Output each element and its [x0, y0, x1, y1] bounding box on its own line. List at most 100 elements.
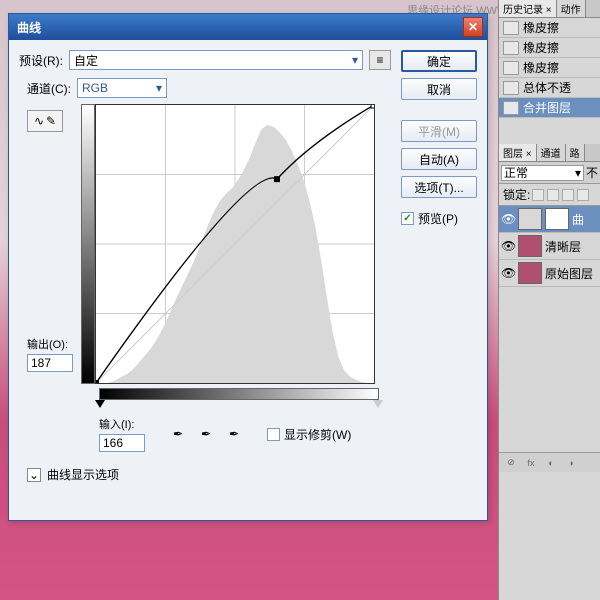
layer-thumb-icon: [518, 235, 542, 257]
channel-select[interactable]: RGB ▾: [77, 78, 167, 98]
tab-paths[interactable]: 路: [566, 144, 585, 161]
cancel-button[interactable]: 取消: [401, 78, 477, 100]
show-clip-label: 显示修剪(W): [284, 426, 351, 443]
blend-mode-value: 正常: [504, 164, 528, 181]
show-clipping-checkbox[interactable]: 显示修剪(W): [267, 426, 351, 443]
white-point-handle[interactable]: [373, 400, 383, 408]
visibility-icon[interactable]: 👁: [501, 212, 515, 226]
preview-checkbox[interactable]: ✓ 预览(P): [401, 210, 477, 227]
mask-thumb-icon: [545, 208, 569, 230]
input-gradient: [99, 388, 379, 400]
dialog-title: 曲线: [13, 19, 463, 36]
history-list: 橡皮擦橡皮擦橡皮擦总体不透合并图层: [499, 18, 600, 118]
eyedropper-icon: ✒: [201, 427, 211, 441]
chevron-icon: ⌄: [29, 468, 39, 482]
layer-thumb-icon: [518, 262, 542, 284]
layer-item[interactable]: 👁曲: [499, 206, 600, 233]
adjustment-icon[interactable]: ◑: [563, 456, 579, 470]
eyedropper-black[interactable]: ✒: [169, 425, 187, 443]
preset-value: 自定: [74, 52, 98, 69]
lock-pixels-icon[interactable]: [547, 189, 559, 201]
eraser-icon: [503, 21, 519, 35]
close-icon: ✕: [468, 20, 478, 34]
right-panels: 历史记录 × 动作 橡皮擦橡皮擦橡皮擦总体不透合并图层 图层 × 通道 路 正常…: [498, 0, 600, 600]
layer-thumb-icon: [518, 208, 542, 230]
lock-transparent-icon[interactable]: [532, 189, 544, 201]
preset-menu-button[interactable]: ≡: [369, 50, 391, 70]
titlebar[interactable]: 曲线 ✕: [9, 14, 487, 40]
layers-list: 👁曲👁清晰层👁原始图层: [499, 206, 600, 287]
history-label: 橡皮擦: [523, 19, 559, 36]
output-input[interactable]: [27, 354, 73, 372]
chevron-down-icon: ▾: [156, 81, 162, 95]
eraser-icon: [503, 41, 519, 55]
checkbox-icon: [267, 428, 280, 441]
curve-tool-point[interactable]: ∿ ✎: [27, 110, 63, 132]
opacity-label: 不: [586, 164, 598, 181]
link-icon[interactable]: ⊘: [503, 456, 519, 470]
input-label: 输入(I):: [99, 416, 145, 432]
history-tabs: 历史记录 × 动作: [499, 0, 600, 18]
fx-icon[interactable]: fx: [523, 456, 539, 470]
chevron-down-icon: ▾: [352, 53, 358, 67]
history-label: 橡皮擦: [523, 59, 559, 76]
channel-label: 通道(C):: [27, 80, 71, 97]
layer-label: 原始图层: [545, 265, 593, 282]
history-label: 总体不透: [523, 79, 571, 96]
smooth-button: 平滑(M): [401, 120, 477, 142]
history-label: 橡皮擦: [523, 39, 559, 56]
eyedropper-icon: ✒: [173, 427, 183, 441]
expand-toggle[interactable]: ⌄: [27, 468, 41, 482]
visibility-icon[interactable]: 👁: [501, 239, 515, 253]
layer-item[interactable]: 👁 原始图层: [499, 260, 600, 287]
eyedropper-icon: ✒: [229, 427, 239, 441]
curve-icon: ∿: [34, 114, 44, 128]
curves-dialog: 曲线 ✕ 预设(R): 自定 ▾ ≡ 通道(C): RGB ▾: [8, 13, 488, 521]
input-slider[interactable]: [99, 400, 379, 410]
chevron-down-icon: ▾: [575, 166, 581, 180]
checkbox-checked-icon: ✓: [401, 212, 414, 225]
blend-mode-select[interactable]: 正常 ▾: [501, 165, 584, 181]
expand-label: 曲线显示选项: [47, 466, 119, 483]
lock-label: 锁定:: [503, 186, 530, 203]
history-item[interactable]: 橡皮擦: [499, 38, 600, 58]
tab-history[interactable]: 历史记录 ×: [499, 0, 557, 17]
history-label: 合并图层: [523, 99, 571, 116]
preset-select[interactable]: 自定 ▾: [69, 50, 363, 70]
layers-tabs: 图层 × 通道 路: [499, 144, 600, 162]
layer-item[interactable]: 👁 清晰层: [499, 233, 600, 260]
layer-label: 曲: [572, 211, 584, 228]
history-item[interactable]: 合并图层: [499, 98, 600, 118]
close-button[interactable]: ✕: [463, 17, 483, 37]
preview-label: 预览(P): [418, 210, 458, 227]
layer-label: 清晰层: [545, 238, 581, 255]
history-item[interactable]: 总体不透: [499, 78, 600, 98]
pencil-icon: ✎: [46, 114, 56, 128]
lock-position-icon[interactable]: [562, 189, 574, 201]
eyedropper-gray[interactable]: ✒: [197, 425, 215, 443]
ok-button[interactable]: 确定: [401, 50, 477, 72]
preset-label: 预设(R):: [19, 52, 63, 69]
input-input[interactable]: [99, 434, 145, 452]
layers-footer: ⊘ fx ◐ ◑: [499, 452, 600, 472]
channel-value: RGB: [82, 81, 108, 95]
tab-actions[interactable]: 动作: [557, 0, 586, 17]
curve-svg: [96, 105, 374, 383]
history-item[interactable]: 橡皮擦: [499, 58, 600, 78]
history-item[interactable]: 橡皮擦: [499, 18, 600, 38]
mask-icon[interactable]: ◐: [543, 456, 559, 470]
eraser-icon: [503, 61, 519, 75]
visibility-icon[interactable]: 👁: [501, 266, 515, 280]
output-gradient: [81, 104, 95, 384]
merge-icon: [503, 101, 519, 115]
lock-all-icon[interactable]: [577, 189, 589, 201]
tab-layers[interactable]: 图层 ×: [499, 144, 537, 161]
output-label: 输出(O):: [27, 336, 73, 352]
black-point-handle[interactable]: [95, 400, 105, 408]
opacity-icon: [503, 81, 519, 95]
options-button[interactable]: 选项(T)...: [401, 176, 477, 198]
tab-channels[interactable]: 通道: [537, 144, 566, 161]
auto-button[interactable]: 自动(A): [401, 148, 477, 170]
eyedropper-white[interactable]: ✒: [225, 425, 243, 443]
curve-canvas[interactable]: [95, 104, 375, 384]
